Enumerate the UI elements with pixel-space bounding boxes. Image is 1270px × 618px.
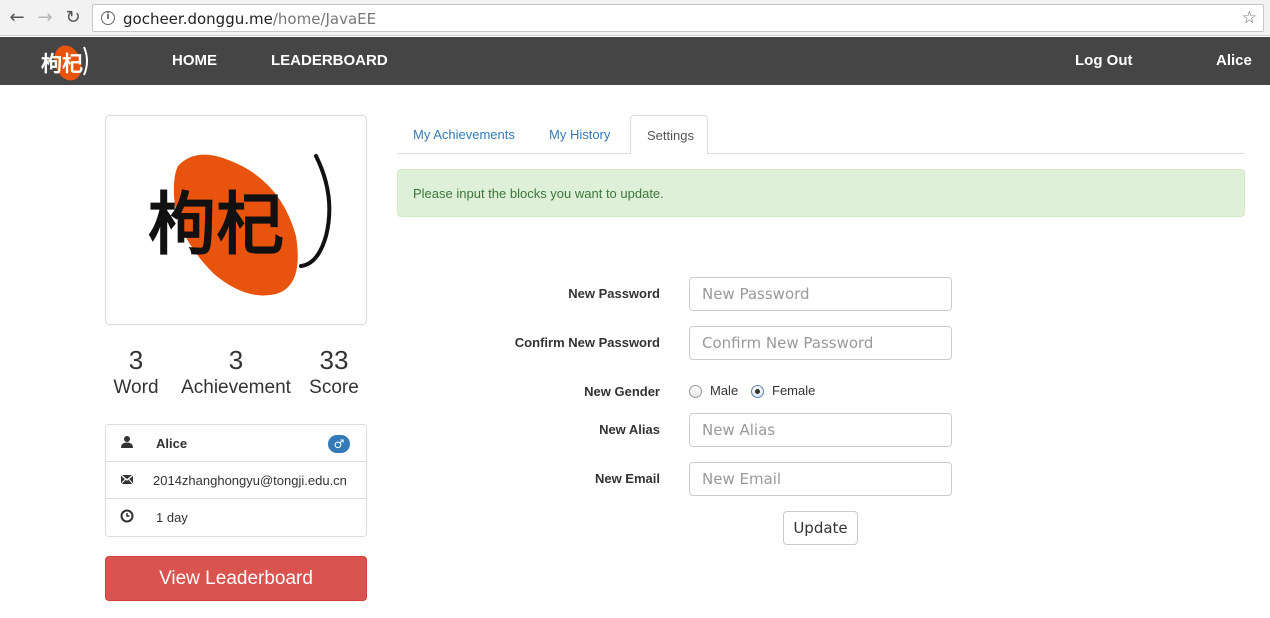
navbar: 枸杞 HOME LEADERBOARD Log Out Alice	[0, 37, 1270, 85]
profile-duration: 1 day	[156, 510, 188, 525]
new-password-input[interactable]	[689, 277, 952, 311]
gender-male-label[interactable]: Male	[710, 383, 738, 398]
clock-icon	[120, 509, 134, 523]
info-row-email: 2014zhanghongyu@tongji.edu.cn	[106, 462, 366, 499]
nav-leaderboard-link[interactable]: LEADERBOARD	[271, 52, 388, 69]
profile-email: 2014zhanghongyu@tongji.edu.cn	[153, 473, 347, 488]
new-password-label: New Password	[568, 286, 660, 301]
stat-word-label: Word	[113, 377, 159, 398]
stat-score: 33 Score	[306, 345, 362, 401]
url-host: gocheer.donggu.me	[123, 10, 273, 28]
new-gender-label: New Gender	[584, 384, 660, 399]
stat-score-label: Score	[309, 377, 359, 398]
back-arrow-icon[interactable]: ←	[6, 7, 28, 29]
info-icon[interactable]: i	[101, 11, 115, 25]
new-alias-input[interactable]	[689, 413, 952, 447]
info-row-duration: 1 day	[106, 499, 366, 536]
stat-word: 3 Word	[106, 345, 166, 401]
nav-logout-link[interactable]: Log Out	[1075, 52, 1132, 69]
gender-badge: ♂	[328, 435, 350, 453]
brand-logo[interactable]: 枸杞	[38, 41, 90, 81]
bookmark-star-icon[interactable]: ☆	[1242, 8, 1257, 28]
confirm-password-input[interactable]	[689, 326, 952, 360]
url-text[interactable]: gocheer.donggu.me/home/JavaEE	[123, 10, 376, 28]
envelope-icon	[120, 474, 134, 485]
profile-logo-text: 枸杞	[148, 185, 284, 265]
view-leaderboard-button[interactable]: View Leaderboard	[105, 556, 367, 601]
stat-achievement-value: 3	[228, 345, 244, 375]
new-alias-label: New Alias	[599, 422, 660, 437]
new-email-input[interactable]	[689, 462, 952, 496]
gender-male-radio[interactable]	[689, 385, 702, 398]
stat-achievement-label: Achievement	[181, 377, 291, 398]
profile-name: Alice	[156, 436, 188, 451]
stat-achievement: 3 Achievement	[176, 345, 296, 401]
stat-score-value: 33	[319, 345, 349, 375]
stat-word-value: 3	[128, 345, 144, 375]
nav-home-link[interactable]: HOME	[172, 52, 217, 69]
gender-female-radio[interactable]	[751, 385, 764, 398]
nav-user-link[interactable]: Alice	[1216, 52, 1252, 69]
gender-female-label[interactable]: Female	[772, 383, 815, 398]
forward-arrow-icon[interactable]: →	[34, 7, 56, 29]
tab-my-history[interactable]: My History	[533, 115, 626, 154]
new-email-label: New Email	[594, 471, 660, 486]
user-icon	[121, 436, 133, 448]
address-bar[interactable]: i gocheer.donggu.me/home/JavaEE ☆	[92, 4, 1264, 32]
info-alert: Please input the blocks you want to upda…	[397, 169, 1245, 217]
browser-toolbar: ← → ↻ i gocheer.donggu.me/home/JavaEE ☆	[0, 0, 1270, 36]
tab-my-achievements[interactable]: My Achievements	[397, 115, 531, 154]
update-button[interactable]: Update	[783, 511, 858, 545]
brand-logo-text: 枸杞	[41, 52, 83, 76]
info-row-name: Alice ♂	[106, 425, 366, 462]
reload-icon[interactable]: ↻	[62, 7, 84, 29]
profile-info-list: Alice ♂ 2014zhanghongyu@tongji.edu.cn 1 …	[105, 424, 367, 537]
profile-image: 枸杞	[105, 115, 367, 325]
confirm-password-label: Confirm New Password	[514, 335, 660, 350]
tab-settings[interactable]: Settings	[630, 115, 708, 155]
url-path: /home/JavaEE	[272, 10, 377, 28]
profile-tabs: My Achievements My History Settings	[397, 115, 1245, 155]
